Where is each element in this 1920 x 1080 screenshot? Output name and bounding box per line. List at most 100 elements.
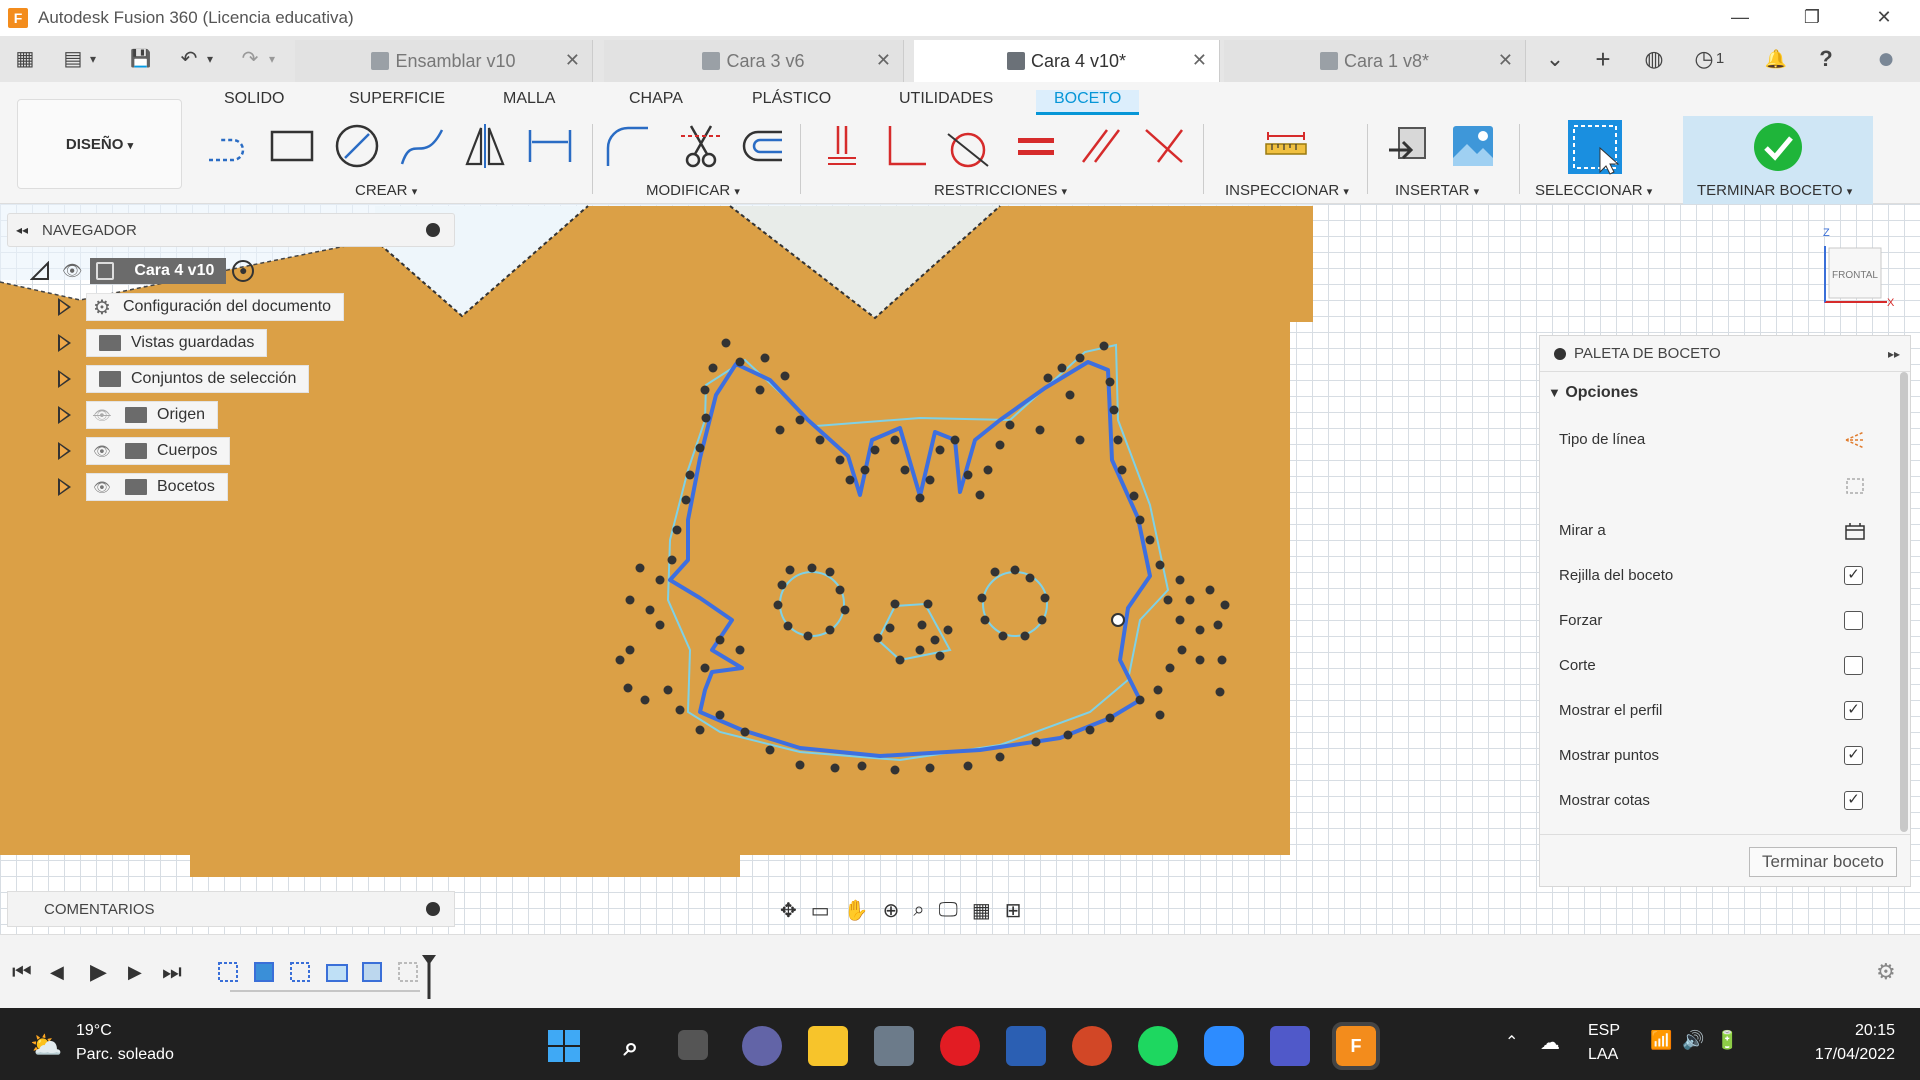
group-seleccionar[interactable]: SELECCIONAR ▾: [1535, 182, 1652, 199]
clock-time[interactable]: 20:15: [1800, 1022, 1895, 1040]
timeline-prev-button[interactable]: ◀: [50, 962, 64, 983]
finish-sketch-button[interactable]: Terminar boceto: [1749, 847, 1897, 877]
navigator-item-cuerpos[interactable]: 👁 Cuerpos: [58, 437, 231, 465]
construction-line-icon[interactable]: [1844, 430, 1866, 450]
rectangle-tool-icon[interactable]: [268, 122, 316, 170]
finish-sketch-check-icon[interactable]: [1753, 122, 1803, 172]
add-comment-icon[interactable]: [426, 902, 440, 916]
equal-constraint-icon[interactable]: [1012, 122, 1060, 170]
redo-dropdown-icon[interactable]: ▾: [265, 46, 279, 72]
mirror-tool-icon[interactable]: [461, 122, 509, 170]
undo-icon[interactable]: ↶: [176, 46, 202, 72]
data-panel-grid-icon[interactable]: ▦: [12, 46, 38, 72]
opera-icon[interactable]: [940, 1026, 980, 1066]
timeline-next-button[interactable]: ▶: [128, 962, 142, 983]
snap-checkbox[interactable]: [1844, 611, 1863, 630]
minimize-button[interactable]: —: [1704, 0, 1776, 36]
restore-button[interactable]: ❐: [1776, 0, 1848, 36]
group-restricciones[interactable]: RESTRICCIONES ▾: [934, 182, 1067, 199]
collapse-triangle-icon[interactable]: [30, 261, 50, 281]
navigator-item-vistas[interactable]: Vistas guardadas: [58, 329, 268, 357]
line-tool-icon[interactable]: [205, 122, 253, 170]
tab-cara-1[interactable]: Cara 1 v8* ✕: [1224, 40, 1526, 82]
navigator-header[interactable]: ◂◂ NAVEGADOR: [7, 213, 455, 247]
timeline-last-button[interactable]: ⏭: [162, 959, 182, 985]
group-modificar[interactable]: MODIFICAR ▾: [646, 182, 740, 199]
help-icon[interactable]: ?: [1808, 44, 1844, 74]
tab-boceto[interactable]: BOCETO: [1036, 90, 1140, 115]
expand-triangle-icon[interactable]: [58, 442, 71, 460]
tab-cara-3[interactable]: Cara 3 v6 ✕: [604, 40, 904, 82]
navigator-item-config[interactable]: ⚙ Configuración del documento: [58, 293, 345, 321]
close-window-button[interactable]: ✕: [1848, 0, 1920, 36]
collapse-navigator-icon[interactable]: ◂◂: [16, 223, 28, 237]
fix-constraint-icon[interactable]: [1140, 122, 1188, 170]
group-terminar-boceto[interactable]: TERMINAR BOCETO ▾: [1697, 182, 1852, 199]
expand-palette-icon[interactable]: ▸▸: [1888, 347, 1900, 361]
offset-tool-icon[interactable]: [738, 122, 786, 170]
spline-tool-icon[interactable]: [398, 122, 446, 170]
root-component-chip[interactable]: Cara 4 v10: [90, 258, 227, 284]
palette-scrollbar[interactable]: [1900, 372, 1908, 832]
show-dimensions-checkbox[interactable]: ✓: [1844, 791, 1863, 810]
look-at-icon[interactable]: ▭: [811, 898, 830, 923]
word-icon[interactable]: [1006, 1026, 1046, 1066]
coincident-constraint-icon[interactable]: [818, 122, 866, 170]
expand-triangle-icon[interactable]: [58, 406, 71, 424]
parallel-constraint-icon[interactable]: [1077, 122, 1125, 170]
trim-tool-icon[interactable]: [677, 122, 725, 170]
circle-tool-icon[interactable]: [333, 122, 381, 170]
weather-icon[interactable]: ⛅: [30, 1030, 62, 1061]
spotify-icon[interactable]: [1138, 1026, 1178, 1066]
chat-icon[interactable]: [742, 1026, 782, 1066]
visibility-eye-icon[interactable]: 👁: [93, 444, 115, 458]
display-settings-icon[interactable]: 🖵: [939, 899, 958, 922]
teams-icon[interactable]: [1270, 1026, 1310, 1066]
look-at-icon[interactable]: [1844, 521, 1866, 541]
viewcube[interactable]: FRONTAL Z X: [1815, 224, 1895, 314]
file-menu-icon[interactable]: ▤: [60, 46, 86, 72]
timeline-first-button[interactable]: ⏮: [12, 959, 32, 985]
file-explorer-icon[interactable]: [808, 1026, 848, 1066]
navigator-root[interactable]: 👁 Cara 4 v10 ●: [30, 257, 255, 285]
pin-icon[interactable]: [1554, 347, 1566, 360]
clock-date[interactable]: 17/04/2022: [1760, 1046, 1895, 1064]
expand-triangle-icon[interactable]: [58, 478, 71, 496]
expand-triangle-icon[interactable]: [58, 334, 71, 352]
palette-header[interactable]: PALETA DE BOCETO ▸▸: [1540, 336, 1910, 372]
timeline-features[interactable]: [215, 953, 440, 999]
tab-close-icon[interactable]: ✕: [1498, 50, 1513, 71]
navigator-item-conjuntos[interactable]: Conjuntos de selección: [58, 365, 310, 393]
fillet-tool-icon[interactable]: [604, 122, 652, 170]
user-avatar[interactable]: ●: [1868, 44, 1904, 74]
new-tab-icon[interactable]: +: [1585, 44, 1621, 74]
tab-close-icon[interactable]: ✕: [876, 50, 891, 71]
viewports-icon[interactable]: ⊞: [1005, 898, 1022, 923]
extensions-icon[interactable]: ◍: [1636, 44, 1672, 74]
show-points-checkbox[interactable]: ✓: [1844, 746, 1863, 765]
dimension-tool-icon[interactable]: [526, 122, 574, 170]
comments-panel[interactable]: COMENTARIOS: [7, 891, 455, 927]
sketch-grid-checkbox[interactable]: ✓: [1844, 566, 1863, 585]
tab-close-icon[interactable]: ✕: [1192, 50, 1207, 71]
tab-plastico[interactable]: PLÁSTICO: [752, 90, 831, 108]
pan-icon[interactable]: ✋: [844, 898, 869, 923]
tab-chapa[interactable]: CHAPA: [629, 90, 683, 108]
save-icon[interactable]: 💾: [128, 46, 154, 72]
volume-icon[interactable]: 🔊: [1682, 1030, 1704, 1051]
undo-dropdown-icon[interactable]: ▾: [203, 46, 217, 72]
slice-checkbox[interactable]: [1844, 656, 1863, 675]
tab-superficie[interactable]: SUPERFICIE: [349, 90, 445, 108]
powerpoint-icon[interactable]: [1072, 1026, 1112, 1066]
language-primary[interactable]: ESP: [1588, 1022, 1620, 1040]
tab-ensamblar[interactable]: Ensamblar v10 ✕: [295, 40, 593, 82]
tab-close-icon[interactable]: ✕: [565, 50, 580, 71]
tangent-constraint-icon[interactable]: [944, 122, 992, 170]
tab-overflow-icon[interactable]: ⌄: [1537, 44, 1573, 74]
expand-triangle-icon[interactable]: [58, 298, 71, 316]
insert-dxf-icon[interactable]: [1385, 122, 1433, 170]
navigator-item-origen[interactable]: 👁 Origen: [58, 401, 219, 429]
hidden-eye-icon[interactable]: 👁: [93, 408, 115, 422]
tab-solido[interactable]: SOLIDO: [224, 90, 284, 108]
wifi-icon[interactable]: 📶: [1650, 1030, 1672, 1051]
